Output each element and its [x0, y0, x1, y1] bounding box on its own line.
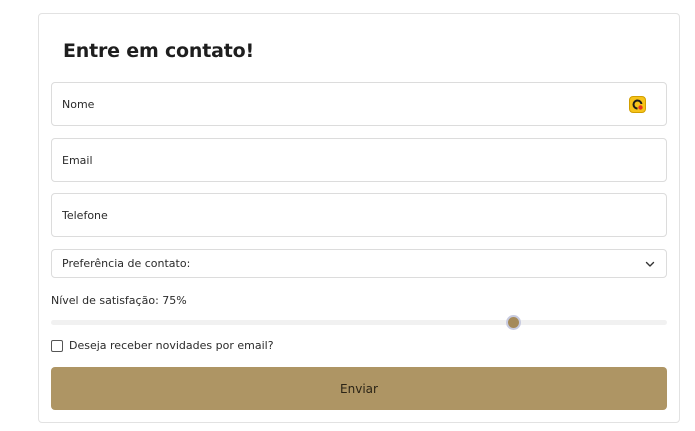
- satisfaction-label: Nível de satisfação: 75%: [51, 294, 187, 307]
- newsletter-option[interactable]: Deseja receber novidades por email?: [51, 339, 274, 352]
- phone-field[interactable]: [51, 193, 667, 237]
- chevron-down-icon: [645, 261, 655, 267]
- contact-preference-label: Preferência de contato:: [62, 257, 191, 270]
- password-manager-icon[interactable]: [629, 96, 646, 113]
- submit-button[interactable]: Enviar: [51, 367, 667, 410]
- name-input[interactable]: [62, 83, 666, 125]
- slider-thumb[interactable]: [506, 315, 521, 330]
- contact-form-card: Entre em contato! Preferência de contato…: [38, 13, 680, 423]
- satisfaction-slider[interactable]: [51, 315, 667, 330]
- form-title: Entre em contato!: [63, 40, 254, 62]
- phone-input[interactable]: [62, 194, 666, 236]
- newsletter-checkbox[interactable]: [51, 339, 63, 352]
- contact-preference-select[interactable]: Preferência de contato:: [51, 249, 667, 278]
- email-field[interactable]: [51, 138, 667, 182]
- newsletter-label: Deseja receber novidades por email?: [69, 339, 274, 352]
- email-input[interactable]: [62, 139, 666, 181]
- name-field[interactable]: [51, 82, 667, 126]
